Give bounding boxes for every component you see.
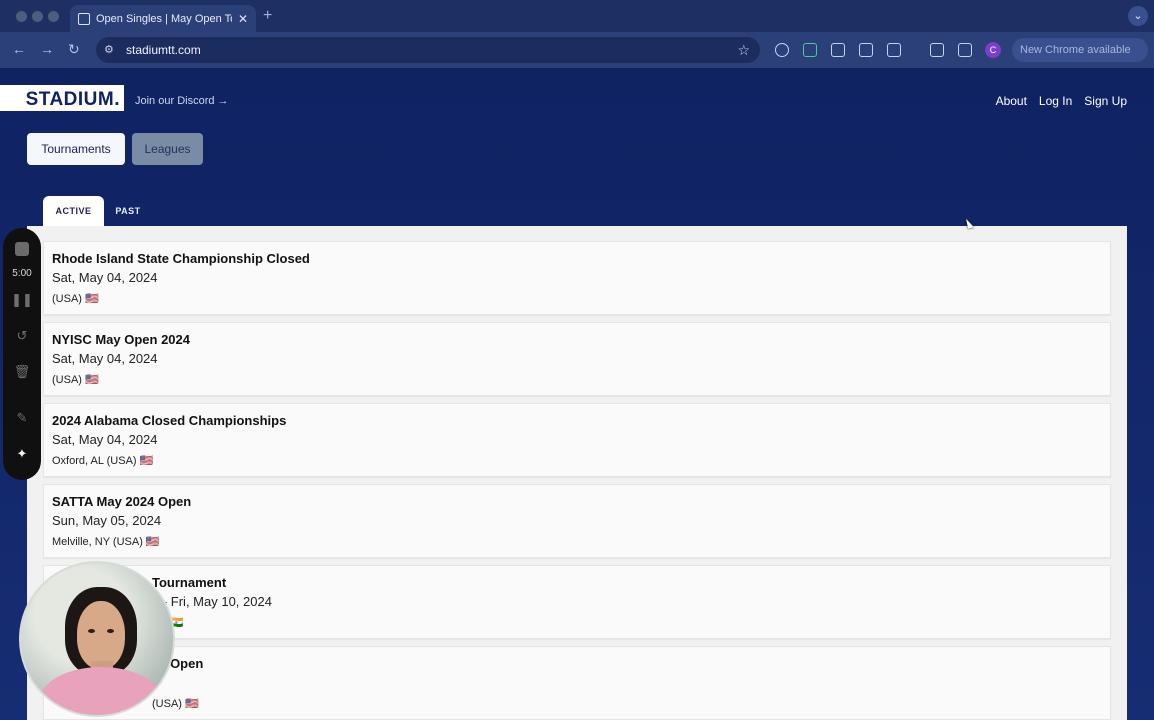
webcam-face xyxy=(77,601,125,669)
tournament-name: NYISC May Open 2024 xyxy=(52,332,190,347)
recording-toolbar: 5:00 ❚❚ ↺ 🗑 ✎ ✦ xyxy=(3,228,41,480)
side-panel-icon[interactable] xyxy=(958,43,972,57)
tournament-location: (USA) 🇺🇸 xyxy=(52,374,99,386)
media-icon[interactable] xyxy=(930,43,944,57)
webcam-eye-right xyxy=(107,629,114,633)
browser-titlebar: Open Singles | May Open Tournament ✕ + ⌄ xyxy=(0,0,1154,32)
recording-timer: 5:00 xyxy=(12,268,32,279)
logo-text: STADIUM. xyxy=(25,89,120,110)
webcam-eye-left xyxy=(88,629,95,633)
tournament-card[interactable]: 24 Open 4 (USA) 🇺🇸 xyxy=(43,646,1111,720)
active-subtab[interactable]: ACTIVE xyxy=(43,196,104,226)
tournament-name: Rhode Island State Championship Closed xyxy=(52,251,310,266)
tab-title: Open Singles | May Open Tournament xyxy=(96,12,232,25)
tournament-card[interactable]: NYISC May Open 2024 Sat, May 04, 2024 (U… xyxy=(43,322,1111,396)
draw-icon[interactable]: ✎ xyxy=(3,410,41,426)
tournament-date: Sat, May 04, 2024 xyxy=(52,432,158,447)
tournament-date: Sat, May 04, 2024 xyxy=(52,351,158,366)
stop-recording-icon[interactable] xyxy=(15,242,29,256)
extension-3-icon[interactable] xyxy=(831,43,845,57)
site-info-icon[interactable]: ⚙ xyxy=(104,43,118,57)
signup-link[interactable]: Sign Up xyxy=(1084,94,1127,108)
past-subtab[interactable]: PAST xyxy=(110,196,146,226)
close-tab-icon[interactable]: ✕ xyxy=(238,12,248,26)
tournament-name: 2024 Alabama Closed Championships xyxy=(52,413,287,428)
extension-4-icon[interactable] xyxy=(859,43,873,57)
profile-avatar[interactable]: C xyxy=(985,42,1001,58)
leagues-tab[interactable]: Leagues xyxy=(132,133,203,165)
tournament-date: Sun, May 05, 2024 xyxy=(52,513,162,528)
reload-icon[interactable]: ↻ xyxy=(68,41,80,58)
tab-search-icon[interactable]: ⌄ xyxy=(1128,6,1148,26)
minimize-window-icon[interactable] xyxy=(32,11,43,22)
extensions-icon[interactable] xyxy=(887,43,901,57)
tournaments-tab[interactable]: Tournaments xyxy=(27,133,125,165)
address-url[interactable]: stadiumtt.com xyxy=(126,43,737,57)
extension-2-icon[interactable] xyxy=(803,43,817,57)
back-icon[interactable]: ← xyxy=(12,41,26,57)
tournament-date: Sat, May 04, 2024 xyxy=(52,270,158,285)
tournament-card[interactable]: Tournament 4 - Fri, May 10, 2024 ID) 🇮🇳 xyxy=(43,565,1111,639)
extension-1-icon[interactable] xyxy=(775,43,789,57)
address-bar[interactable]: ⚙ stadiumtt.com ☆ xyxy=(96,37,760,63)
tournament-list: Rhode Island State Championship Closed S… xyxy=(27,226,1127,720)
tournament-location: (USA) 🇺🇸 xyxy=(52,293,99,305)
tournament-card[interactable]: SATTA May 2024 Open Sun, May 05, 2024 Me… xyxy=(43,484,1111,558)
browser-toolbar: ← → ↻ ⚙ stadiumtt.com ☆ C New Chrome ava… xyxy=(0,32,1154,68)
tab-favicon-icon xyxy=(78,12,90,25)
tournament-location: Oxford, AL (USA) 🇺🇸 xyxy=(52,455,154,467)
top-nav: About Log In Sign Up xyxy=(996,94,1127,108)
tournament-card[interactable]: 2024 Alabama Closed Championships Sat, M… xyxy=(43,403,1111,477)
login-link[interactable]: Log In xyxy=(1039,94,1072,108)
pause-icon[interactable]: ❚❚ xyxy=(3,292,41,308)
bookmark-star-icon[interactable]: ☆ xyxy=(737,42,750,59)
effects-icon[interactable]: ✦ xyxy=(3,446,41,462)
site-logo[interactable]: STADIUM. xyxy=(0,85,124,114)
webcam-bubble[interactable] xyxy=(19,561,175,717)
discord-link[interactable]: Join our Discord → xyxy=(135,95,229,107)
delete-icon[interactable]: 🗑 xyxy=(3,364,41,380)
restart-icon[interactable]: ↺ xyxy=(3,328,41,344)
tournament-name: SATTA May 2024 Open xyxy=(52,494,192,509)
close-window-icon[interactable] xyxy=(16,11,27,22)
about-link[interactable]: About xyxy=(996,94,1027,108)
new-tab-icon[interactable]: + xyxy=(263,7,272,25)
browser-tab[interactable]: Open Singles | May Open Tournament ✕ xyxy=(70,5,256,32)
maximize-window-icon[interactable] xyxy=(48,11,59,22)
chrome-update-button[interactable]: New Chrome available xyxy=(1012,38,1148,62)
tournament-card[interactable]: Rhode Island State Championship Closed S… xyxy=(43,241,1111,315)
tournament-location: Melville, NY (USA) 🇺🇸 xyxy=(52,536,160,548)
forward-icon[interactable]: → xyxy=(40,41,54,57)
